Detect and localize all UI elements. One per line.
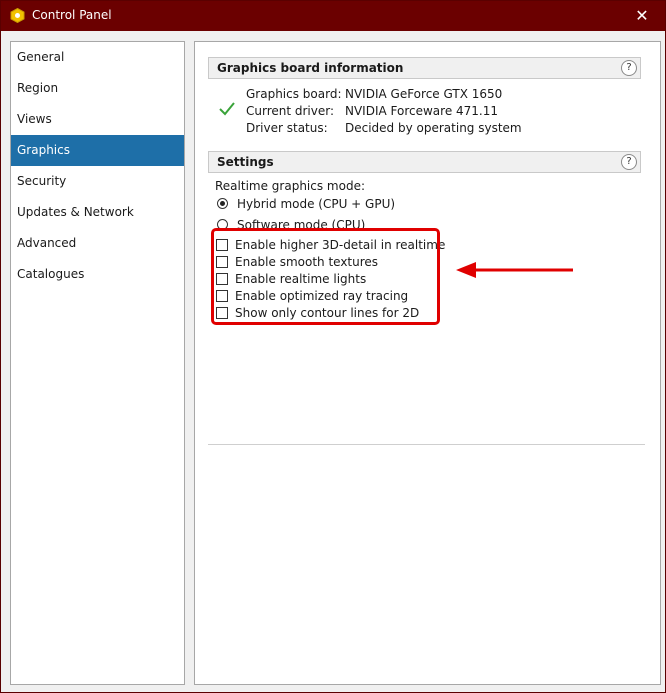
divider [208, 444, 645, 445]
sidebar-item-graphics[interactable]: Graphics [11, 135, 184, 166]
radio-label: Hybrid mode (CPU + GPU) [237, 197, 396, 211]
driver-status-label: Driver status: [246, 121, 328, 135]
current-driver-label: Current driver: [246, 104, 335, 118]
sidebar-item-views[interactable]: Views [11, 104, 184, 135]
sidebar-item-updates-network[interactable]: Updates & Network [11, 197, 184, 228]
window-title: Control Panel [32, 8, 112, 22]
annotation-arrow-icon [456, 262, 573, 278]
annotation-highlight-box [211, 228, 440, 325]
current-driver-value: NVIDIA Forceware 471.11 [345, 104, 499, 118]
graphics-board-header: Graphics board information ? [208, 57, 641, 79]
graphics-board-value: NVIDIA GeForce GTX 1650 [345, 87, 503, 101]
help-icon[interactable]: ? [621, 154, 637, 170]
control-panel-window: Control Panel ✕ General Region Views Gra… [0, 0, 666, 693]
sidebar: General Region Views Graphics Security U… [10, 41, 185, 685]
sidebar-item-advanced[interactable]: Advanced [11, 228, 184, 259]
title-bar[interactable]: Control Panel ✕ [1, 1, 665, 31]
settings-header: Settings ? [208, 151, 641, 173]
checkmark-icon [219, 102, 235, 116]
sidebar-item-catalogues[interactable]: Catalogues [11, 259, 184, 290]
sidebar-item-region[interactable]: Region [11, 73, 184, 104]
graphics-settings-panel: Graphics board information ? Graphics bo… [194, 41, 661, 685]
radio-button[interactable] [217, 198, 228, 209]
close-button[interactable]: ✕ [619, 1, 665, 31]
sidebar-item-security[interactable]: Security [11, 166, 184, 197]
graphics-board-title: Graphics board information [217, 61, 404, 75]
driver-status-value: Decided by operating system [345, 121, 522, 135]
sidebar-item-general[interactable]: General [11, 42, 184, 73]
graphics-board-label: Graphics board: [246, 87, 342, 101]
realtime-mode-label: Realtime graphics mode: [215, 179, 365, 193]
settings-title: Settings [217, 155, 274, 169]
app-icon [10, 8, 25, 23]
close-icon: ✕ [635, 6, 649, 25]
help-icon[interactable]: ? [621, 60, 637, 76]
